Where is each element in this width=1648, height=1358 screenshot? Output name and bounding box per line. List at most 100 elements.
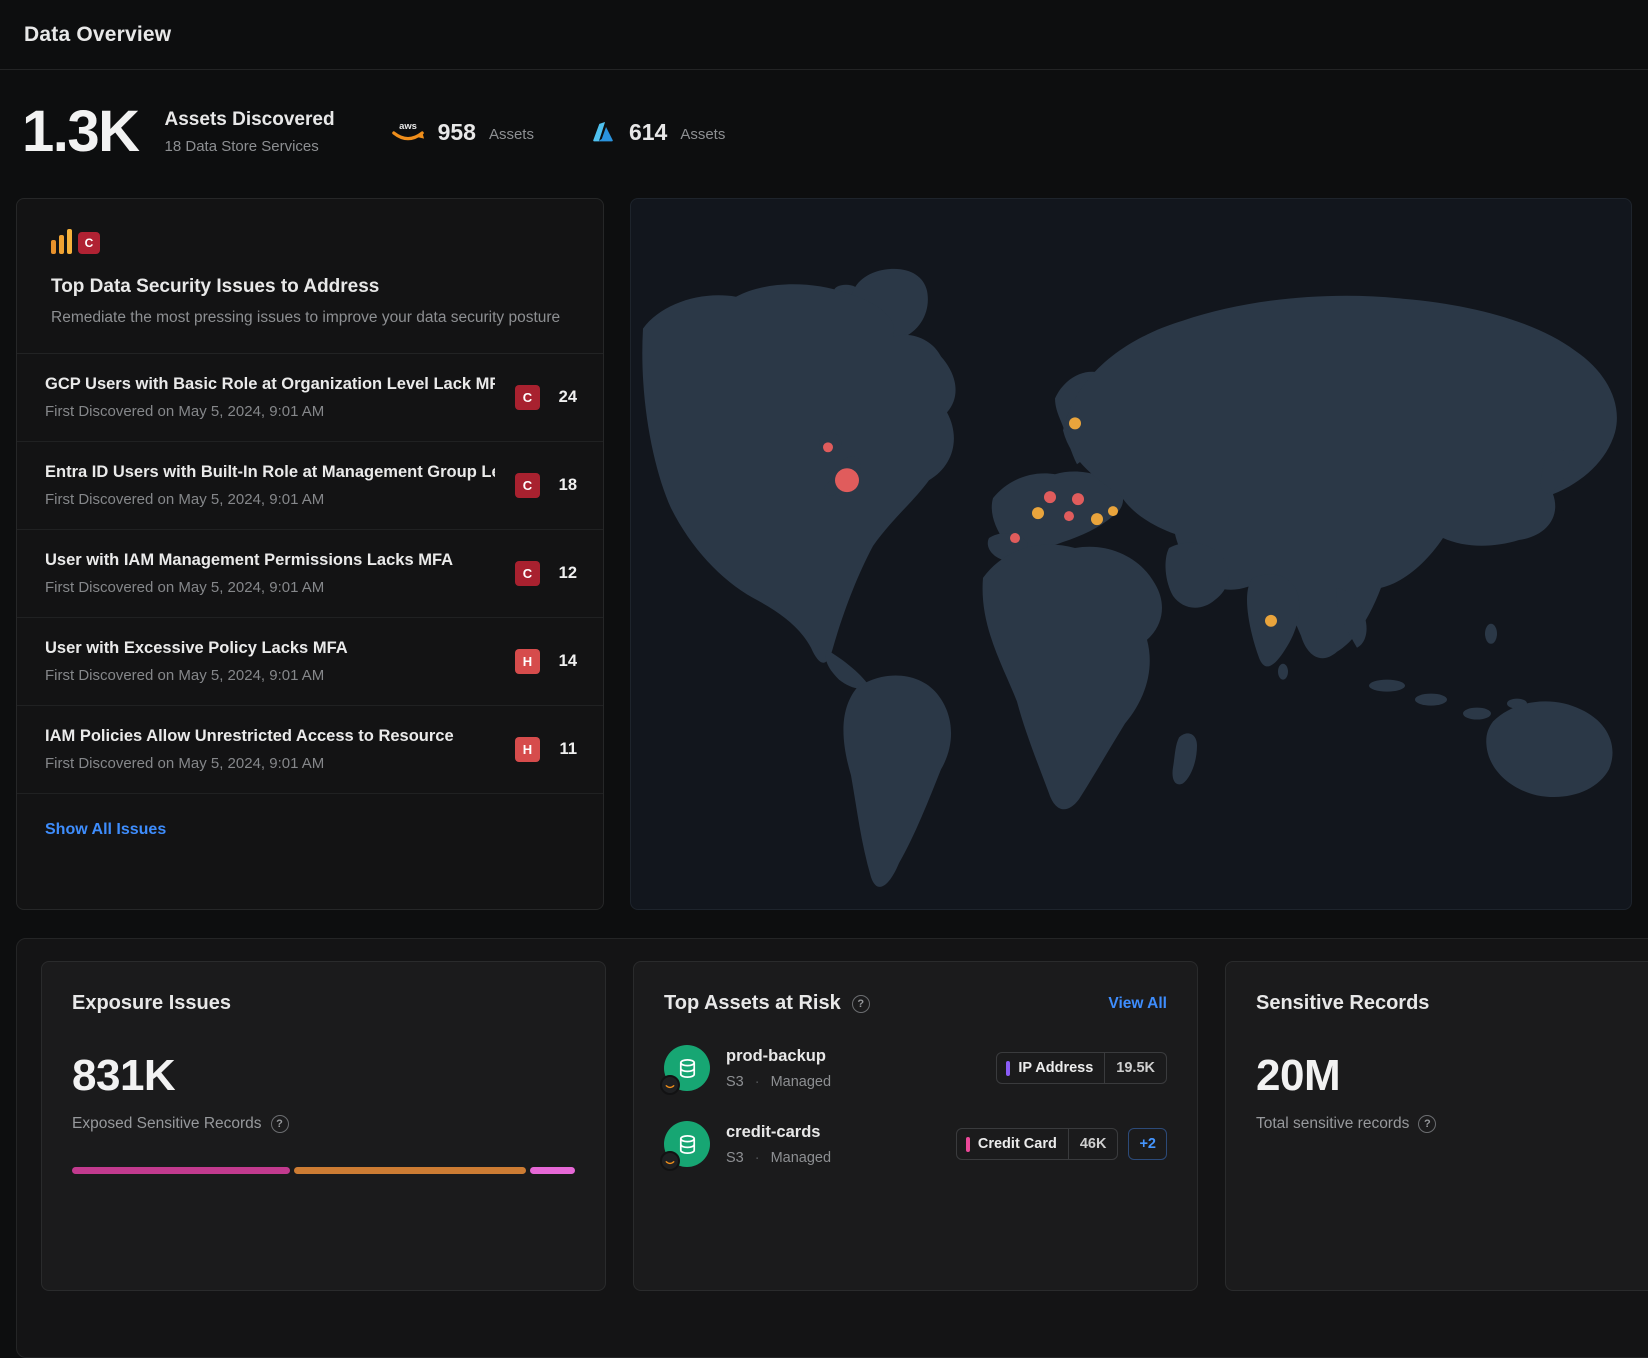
asset-status: Managed: [771, 1074, 831, 1090]
bottom-section: Exposure Issues 831K Exposed Sensitive R…: [16, 938, 1648, 1358]
badge-label: Credit Card: [978, 1136, 1057, 1152]
issue-count: 14: [555, 652, 577, 671]
issue-row[interactable]: GCP Users with Basic Role at Organizatio…: [17, 354, 603, 442]
sensitive-records-card: Sensitive Records 20M Total sensitive re…: [1225, 961, 1648, 1291]
asset-name: prod-backup: [726, 1047, 831, 1066]
issue-discovered-date: First Discovered on May 5, 2024, 9:01 AM: [45, 579, 453, 596]
map-dot[interactable]: [1091, 513, 1103, 525]
asset-row[interactable]: credit-cards S3 · Managed Credit Card 46…: [664, 1121, 1167, 1167]
top-assets-card: Top Assets at Risk ? View All: [633, 961, 1198, 1291]
asset-service: S3: [726, 1074, 744, 1090]
critical-badge-icon: C: [78, 232, 100, 254]
issue-discovered-date: First Discovered on May 5, 2024, 9:01 AM: [45, 667, 348, 684]
sensitive-title: Sensitive Records: [1256, 992, 1648, 1015]
badge-count: 46K: [1069, 1129, 1118, 1159]
world-map-card: [630, 198, 1632, 910]
map-dot[interactable]: [1064, 511, 1074, 521]
azure-icon: [590, 119, 616, 145]
issues-card-subtitle: Remediate the most pressing issues to im…: [51, 309, 569, 327]
issue-title: IAM Policies Allow Unrestricted Access t…: [45, 727, 454, 746]
page-title: Data Overview: [24, 23, 171, 47]
help-icon[interactable]: ?: [852, 995, 870, 1013]
stats-row: 1.3K Assets Discovered 18 Data Store Ser…: [0, 70, 1648, 198]
issue-count: 12: [555, 564, 577, 583]
help-icon[interactable]: ?: [1418, 1115, 1436, 1133]
map-dot[interactable]: [1072, 493, 1084, 505]
assets-discovered-value: 1.3K: [22, 103, 139, 161]
issue-row[interactable]: User with IAM Management Permissions Lac…: [17, 530, 603, 618]
azure-assets-count: 614: [629, 119, 667, 146]
exposure-title: Exposure Issues: [72, 992, 575, 1015]
badge-accent-bar: [1006, 1061, 1010, 1076]
sensitive-label: Total sensitive records: [1256, 1115, 1409, 1133]
show-all-issues-link[interactable]: Show All Issues: [45, 821, 166, 838]
issues-card-title: Top Data Security Issues to Address: [51, 276, 569, 298]
separator-dot: ·: [755, 1150, 760, 1166]
issue-row[interactable]: User with Excessive Policy Lacks MFA Fir…: [17, 618, 603, 706]
severity-badge: C: [515, 385, 540, 410]
separator-dot: ·: [755, 1074, 760, 1090]
asset-name: credit-cards: [726, 1123, 831, 1142]
aws-mini-badge-icon: [660, 1075, 680, 1095]
issues-list: GCP Users with Basic Role at Organizatio…: [17, 353, 603, 794]
map-dot[interactable]: [1044, 491, 1056, 503]
issue-discovered-date: First Discovered on May 5, 2024, 9:01 AM: [45, 403, 495, 420]
asset-service: S3: [726, 1150, 744, 1166]
issue-title: User with Excessive Policy Lacks MFA: [45, 639, 348, 658]
data-class-badge[interactable]: Credit Card 46K: [956, 1128, 1119, 1160]
issue-row[interactable]: Entra ID Users with Built-In Role at Man…: [17, 442, 603, 530]
azure-provider-stat: 614 Assets: [590, 119, 725, 146]
issue-title: GCP Users with Basic Role at Organizatio…: [45, 375, 495, 394]
map-dot[interactable]: [1032, 507, 1044, 519]
severity-badge: C: [515, 561, 540, 586]
map-dot[interactable]: [1265, 615, 1277, 627]
exposure-bar: [72, 1167, 575, 1174]
issue-count: 11: [555, 740, 577, 759]
assets-list: prod-backup S3 · Managed IP Address 19.5…: [664, 1045, 1167, 1167]
issue-title: Entra ID Users with Built-In Role at Man…: [45, 463, 495, 482]
sensitive-value: 20M: [1256, 1051, 1648, 1101]
map-dot[interactable]: [1010, 533, 1020, 543]
badge-accent-bar: [966, 1137, 970, 1152]
aws-assets-count: 958: [438, 119, 476, 146]
aws-provider-stat: aws 958 Assets: [391, 119, 534, 146]
svg-text:aws: aws: [399, 121, 417, 132]
world-map: [631, 199, 1631, 909]
map-dot[interactable]: [823, 442, 833, 452]
aws-assets-label: Assets: [489, 126, 534, 143]
top-issues-card: C Top Data Security Issues to Address Re…: [16, 198, 604, 910]
issue-discovered-date: First Discovered on May 5, 2024, 9:01 AM: [45, 491, 495, 508]
view-all-link[interactable]: View All: [1108, 995, 1167, 1013]
map-dot[interactable]: [835, 468, 859, 492]
help-icon[interactable]: ?: [271, 1115, 289, 1133]
issue-title: User with IAM Management Permissions Lac…: [45, 551, 453, 570]
exposure-label: Exposed Sensitive Records: [72, 1115, 262, 1133]
aws-mini-badge-icon: [660, 1151, 680, 1171]
severity-badge: H: [515, 737, 540, 762]
data-class-badge[interactable]: IP Address 19.5K: [996, 1052, 1167, 1084]
assets-discovered-label: Assets Discovered: [165, 109, 335, 131]
data-store-services-label: 18 Data Store Services: [165, 138, 335, 155]
asset-row[interactable]: prod-backup S3 · Managed IP Address 19.5…: [664, 1045, 1167, 1091]
azure-assets-label: Assets: [680, 126, 725, 143]
asset-status: Managed: [771, 1150, 831, 1166]
exposure-bar-segment: [530, 1167, 575, 1174]
issue-count: 24: [555, 388, 577, 407]
severity-badge: H: [515, 649, 540, 674]
exposure-value: 831K: [72, 1051, 575, 1101]
badge-label: IP Address: [1018, 1060, 1093, 1076]
exposure-bar-segment: [294, 1167, 527, 1174]
bar-chart-icon: [51, 229, 72, 254]
aws-icon: aws: [391, 119, 425, 145]
issues-card-icon: C: [51, 229, 569, 254]
map-dot[interactable]: [1108, 506, 1118, 516]
badge-count: 19.5K: [1105, 1053, 1166, 1083]
severity-badge: C: [515, 473, 540, 498]
assets-card-title: Top Assets at Risk: [664, 992, 841, 1015]
issue-row[interactable]: IAM Policies Allow Unrestricted Access t…: [17, 706, 603, 794]
map-dot[interactable]: [1069, 417, 1081, 429]
page-header: Data Overview: [0, 0, 1648, 70]
exposure-bar-segment: [72, 1167, 290, 1174]
issue-count: 18: [555, 476, 577, 495]
extra-count-badge[interactable]: +2: [1128, 1128, 1167, 1160]
